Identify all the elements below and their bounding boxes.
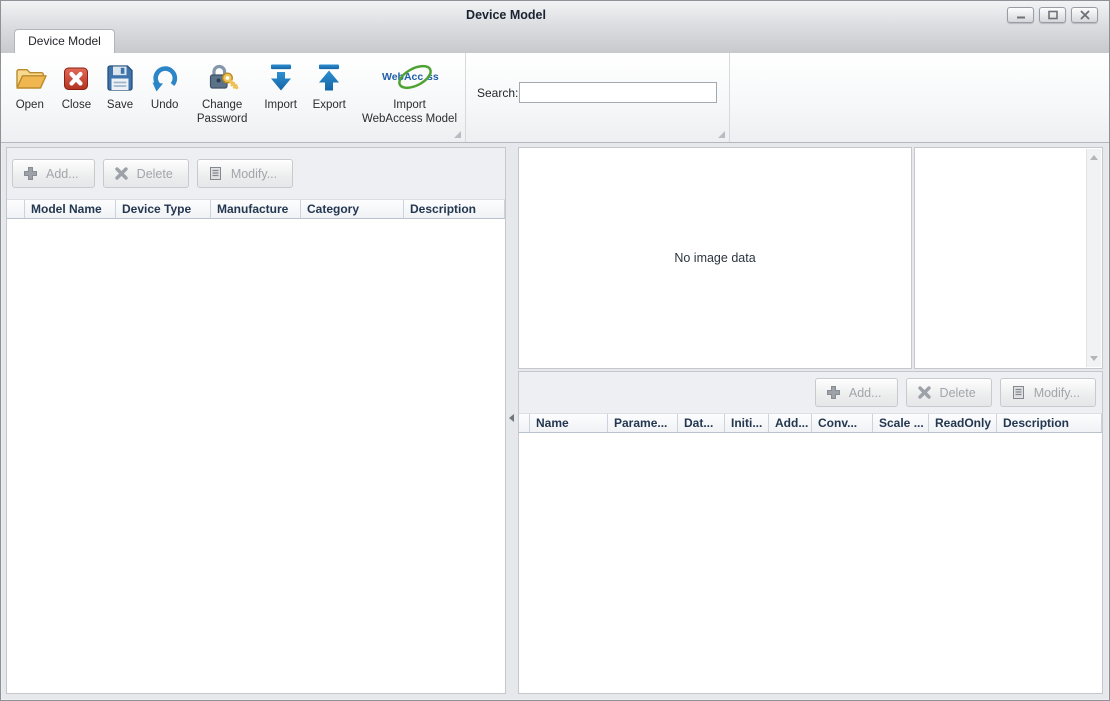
column-header-conversion[interactable]: Conv... (812, 414, 873, 432)
button-label: Add... (46, 167, 79, 181)
column-header-data[interactable]: Dat... (678, 414, 725, 432)
model-delete-button[interactable]: Delete (103, 159, 189, 188)
column-header-name[interactable]: Name (530, 414, 608, 432)
ribbon-button-export[interactable]: Export (306, 57, 352, 114)
search-input[interactable] (519, 82, 717, 103)
parameter-table-body[interactable] (519, 433, 1102, 693)
folder-open-icon (12, 59, 48, 97)
ribbon-button-change-password[interactable]: Change Password (189, 57, 254, 128)
parameter-modify-button[interactable]: Modify... (1000, 378, 1096, 407)
plus-icon (826, 385, 841, 400)
delete-x-icon (917, 385, 932, 400)
window-controls (1007, 7, 1098, 23)
ribbon-button-label: Undo (151, 98, 179, 112)
column-header-scale[interactable]: Scale ... (873, 414, 929, 432)
column-header-description[interactable]: Description (404, 200, 505, 218)
ribbon-button-label: Import (264, 98, 297, 112)
parameter-toolbar: Add... Delete Modify... (519, 372, 1102, 413)
undo-arrow-icon (148, 59, 182, 97)
ribbon-button-label: Change Password (197, 98, 248, 126)
import-icon (265, 59, 297, 97)
ribbon-button-label: Import WebAccess Model (362, 98, 457, 126)
device-model-panel: Add... Delete Modify... Model Name Devic… (6, 147, 506, 694)
column-header-category[interactable]: Category (301, 200, 404, 218)
column-header-description[interactable]: Description (997, 414, 1102, 432)
group-resize-grip[interactable] (718, 131, 725, 138)
lock-key-icon (205, 59, 239, 97)
parameter-add-button[interactable]: Add... (815, 378, 898, 407)
webaccess-logo-icon: WebAcc ss (379, 59, 441, 97)
vertical-scrollbar[interactable] (1086, 149, 1101, 367)
search-label: Search: (477, 86, 518, 100)
maximize-button[interactable] (1039, 7, 1066, 23)
group-resize-grip[interactable] (454, 131, 461, 138)
ribbon-button-import[interactable]: Import (257, 57, 305, 114)
window-title: Device Model (1, 8, 1011, 22)
column-header-address[interactable]: Add... (769, 414, 812, 432)
image-list-panel (914, 147, 1103, 369)
ribbon-button-import-webaccess-model[interactable]: WebAcc ss Import WebAccess Model (354, 57, 465, 128)
modify-icon (1011, 385, 1026, 400)
no-image-text: No image data (674, 251, 755, 265)
close-button[interactable] (1071, 7, 1098, 23)
maximize-icon (1047, 10, 1059, 20)
button-label: Modify... (1034, 386, 1080, 400)
plus-icon (23, 166, 38, 181)
row-selector-column (7, 200, 25, 218)
image-preview-area: No image data (518, 147, 912, 369)
minimize-icon (1015, 10, 1027, 20)
button-label: Add... (849, 386, 882, 400)
model-table-header: Model Name Device Type Manufacture Categ… (7, 199, 505, 219)
column-header-device-type[interactable]: Device Type (116, 200, 211, 218)
row-selector-column (519, 414, 530, 432)
parameter-delete-button[interactable]: Delete (906, 378, 992, 407)
scroll-up-icon[interactable] (1090, 155, 1098, 160)
modify-icon (208, 166, 223, 181)
parameter-panel: Add... Delete Modify... Name Parame... D… (518, 371, 1103, 694)
column-header-model-name[interactable]: Model Name (25, 200, 116, 218)
close-x-icon (60, 59, 92, 97)
column-header-readonly[interactable]: ReadOnly (929, 414, 997, 432)
scroll-down-icon[interactable] (1090, 356, 1098, 361)
button-label: Delete (940, 386, 976, 400)
close-icon (1079, 10, 1091, 20)
ribbon-group-search: Search: (466, 53, 730, 142)
model-toolbar: Add... Delete Modify... (7, 148, 505, 199)
ribbon-button-label: Export (313, 98, 346, 112)
button-label: Modify... (231, 167, 277, 181)
button-label: Delete (137, 167, 173, 181)
ribbon-button-label: Close (62, 98, 91, 112)
ribbon: Open Close (1, 53, 1109, 143)
floppy-disk-icon (105, 59, 135, 97)
model-add-button[interactable]: Add... (12, 159, 95, 188)
model-table-body[interactable] (7, 219, 505, 693)
model-modify-button[interactable]: Modify... (197, 159, 293, 188)
tab-device-model[interactable]: Device Model (14, 29, 115, 53)
column-header-manufacture[interactable]: Manufacture (211, 200, 301, 218)
splitter-collapse-arrow[interactable] (509, 414, 514, 422)
app-window: Device Model Device Model (0, 0, 1110, 701)
ribbon-button-open[interactable]: Open (7, 57, 53, 114)
column-header-parameter[interactable]: Parame... (608, 414, 678, 432)
delete-x-icon (114, 166, 129, 181)
titlebar[interactable]: Device Model (1, 1, 1109, 53)
minimize-button[interactable] (1007, 7, 1034, 23)
ribbon-button-label: Save (107, 98, 133, 112)
ribbon-button-save[interactable]: Save (100, 57, 140, 114)
ribbon-button-close[interactable]: Close (55, 57, 99, 114)
parameter-table-header: Name Parame... Dat... Initi... Add... Co… (519, 413, 1102, 433)
ribbon-button-label: Open (16, 98, 44, 112)
export-icon (313, 59, 345, 97)
ribbon-group-file: Open Close (1, 53, 466, 142)
column-header-initial[interactable]: Initi... (725, 414, 769, 432)
ribbon-button-undo[interactable]: Undo (142, 57, 188, 114)
